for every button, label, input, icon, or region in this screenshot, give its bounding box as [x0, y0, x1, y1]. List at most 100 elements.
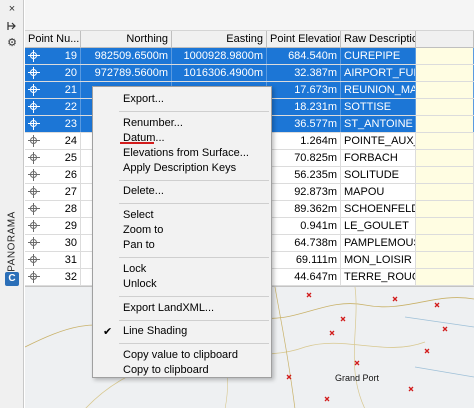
cell-raw-description[interactable]: PAMPLEMOUSS	[341, 235, 416, 251]
col-extra[interactable]	[416, 31, 474, 47]
cell-extra[interactable]	[416, 150, 474, 166]
cell-point-elevation[interactable]: 69.111m	[267, 252, 341, 268]
cell-point-elevation[interactable]: 64.738m	[267, 235, 341, 251]
cell-point-elevation[interactable]: 684.540m	[267, 48, 341, 64]
cell-point-elevation[interactable]: 0.941m	[267, 218, 341, 234]
cell-raw-description[interactable]: AIRPORT_FUEL_	[341, 65, 416, 81]
context-menu: Export... Renumber... Datum... Elevation…	[92, 86, 272, 378]
menu-separator	[119, 296, 269, 297]
point-icon	[28, 237, 40, 249]
menu-separator	[119, 111, 269, 112]
cell-point-elevation[interactable]: 70.825m	[267, 150, 341, 166]
col-point-number[interactable]: Point Nu...	[25, 31, 81, 47]
app-icon[interactable]: C	[5, 272, 19, 286]
survey-markers	[286, 292, 448, 402]
menu-pan-to[interactable]: Pan to	[123, 239, 155, 252]
menu-unlock[interactable]: Unlock	[123, 278, 157, 291]
cell-point-elevation[interactable]: 17.673m	[267, 82, 341, 98]
cell-point-number: 28	[25, 201, 81, 217]
point-icon	[28, 254, 40, 266]
col-northing[interactable]: Northing	[81, 31, 172, 47]
menu-separator	[119, 320, 269, 321]
cell-raw-description[interactable]: REUNION_MAU	[341, 82, 416, 98]
pin-icon[interactable]	[6, 20, 18, 32]
cell-extra[interactable]	[416, 99, 474, 115]
cell-point-elevation[interactable]: 36.577m	[267, 116, 341, 132]
cell-point-number: 19	[25, 48, 81, 64]
cell-raw-description[interactable]: SCHOENFELD	[341, 201, 416, 217]
menu-lock[interactable]: Lock	[123, 263, 146, 276]
cell-raw-description[interactable]: CUREPIPE	[341, 48, 416, 64]
cell-raw-description[interactable]: MON_LOISIR	[341, 252, 416, 268]
menu-elevations-from-surface[interactable]: Elevations from Surface...	[123, 147, 249, 160]
cell-point-number: 25	[25, 150, 81, 166]
cell-raw-description[interactable]: TERRE_ROUGE	[341, 269, 416, 285]
point-icon	[28, 186, 40, 198]
cell-point-number: 31	[25, 252, 81, 268]
menu-apply-description-keys[interactable]: Apply Description Keys	[123, 162, 236, 175]
cell-extra[interactable]	[416, 133, 474, 149]
cell-point-elevation[interactable]: 89.362m	[267, 201, 341, 217]
cell-northing[interactable]: 982509.6500m	[81, 48, 172, 64]
menu-separator	[119, 257, 269, 258]
table-header: Point Nu... Northing Easting Point Eleva…	[25, 31, 474, 48]
cell-raw-description[interactable]: LE_GOULET	[341, 218, 416, 234]
point-icon	[28, 101, 40, 113]
check-icon: ✔	[103, 326, 113, 338]
menu-copy-to-clipboard[interactable]: Copy to clipboard	[123, 364, 209, 377]
menu-separator	[119, 343, 269, 344]
menu-line-shading[interactable]: Line Shading	[123, 325, 187, 338]
cell-extra[interactable]	[416, 201, 474, 217]
cell-point-elevation[interactable]: 1.264m	[267, 133, 341, 149]
cell-raw-description[interactable]: FORBACH	[341, 150, 416, 166]
cell-raw-description[interactable]: ST_ANTOINE	[341, 116, 416, 132]
point-icon	[28, 135, 40, 147]
menu-delete[interactable]: Delete...	[123, 185, 164, 198]
cell-extra[interactable]	[416, 167, 474, 183]
point-icon	[28, 169, 40, 181]
col-point-elevation[interactable]: Point Elevation	[267, 31, 341, 47]
cell-point-elevation[interactable]: 32.387m	[267, 65, 341, 81]
table-row[interactable]: 20 972789.5600m 1016306.4900m 32.387m AIRPOR…	[25, 65, 474, 82]
cell-point-elevation[interactable]: 92.873m	[267, 184, 341, 200]
col-raw-description[interactable]: Raw Description	[341, 31, 416, 47]
cell-raw-description[interactable]: SOLITUDE	[341, 167, 416, 183]
cell-extra[interactable]	[416, 82, 474, 98]
cell-extra[interactable]	[416, 252, 474, 268]
menu-export-landxml[interactable]: Export LandXML...	[123, 302, 214, 315]
menu-export[interactable]: Export...	[123, 93, 164, 106]
cell-extra[interactable]	[416, 65, 474, 81]
gear-icon[interactable]: ⚙	[6, 37, 18, 49]
cell-extra[interactable]	[416, 184, 474, 200]
menu-copy-value[interactable]: Copy value to clipboard	[123, 349, 238, 362]
menu-zoom-to[interactable]: Zoom to	[123, 224, 163, 237]
point-icon	[28, 220, 40, 232]
point-icon	[28, 50, 40, 62]
col-easting[interactable]: Easting	[172, 31, 267, 47]
close-icon[interactable]: ×	[6, 3, 18, 15]
cell-extra[interactable]	[416, 48, 474, 64]
menu-select[interactable]: Select	[123, 209, 154, 222]
cell-raw-description[interactable]: POINTE_AUX_BI	[341, 133, 416, 149]
point-icon	[28, 152, 40, 164]
cell-point-number: 21	[25, 82, 81, 98]
cell-raw-description[interactable]: SOTTISE	[341, 99, 416, 115]
cell-point-elevation[interactable]: 18.231m	[267, 99, 341, 115]
point-icon	[28, 271, 40, 283]
cell-point-elevation[interactable]: 56.235m	[267, 167, 341, 183]
menu-renumber[interactable]: Renumber...	[123, 117, 183, 130]
cell-northing[interactable]: 972789.5600m	[81, 65, 172, 81]
table-row[interactable]: 19 982509.6500m 1000928.9800m 684.540m CUREP…	[25, 48, 474, 65]
cell-extra[interactable]	[416, 235, 474, 251]
cell-extra[interactable]	[416, 269, 474, 285]
cell-easting[interactable]: 1016306.4900m	[172, 65, 267, 81]
cell-easting[interactable]: 1000928.9800m	[172, 48, 267, 64]
cell-point-number: 22	[25, 99, 81, 115]
cell-point-number: 30	[25, 235, 81, 251]
point-icon	[28, 203, 40, 215]
cell-raw-description[interactable]: MAPOU	[341, 184, 416, 200]
cell-extra[interactable]	[416, 116, 474, 132]
cell-point-elevation[interactable]: 44.647m	[267, 269, 341, 285]
cell-point-number: 23	[25, 116, 81, 132]
cell-extra[interactable]	[416, 218, 474, 234]
